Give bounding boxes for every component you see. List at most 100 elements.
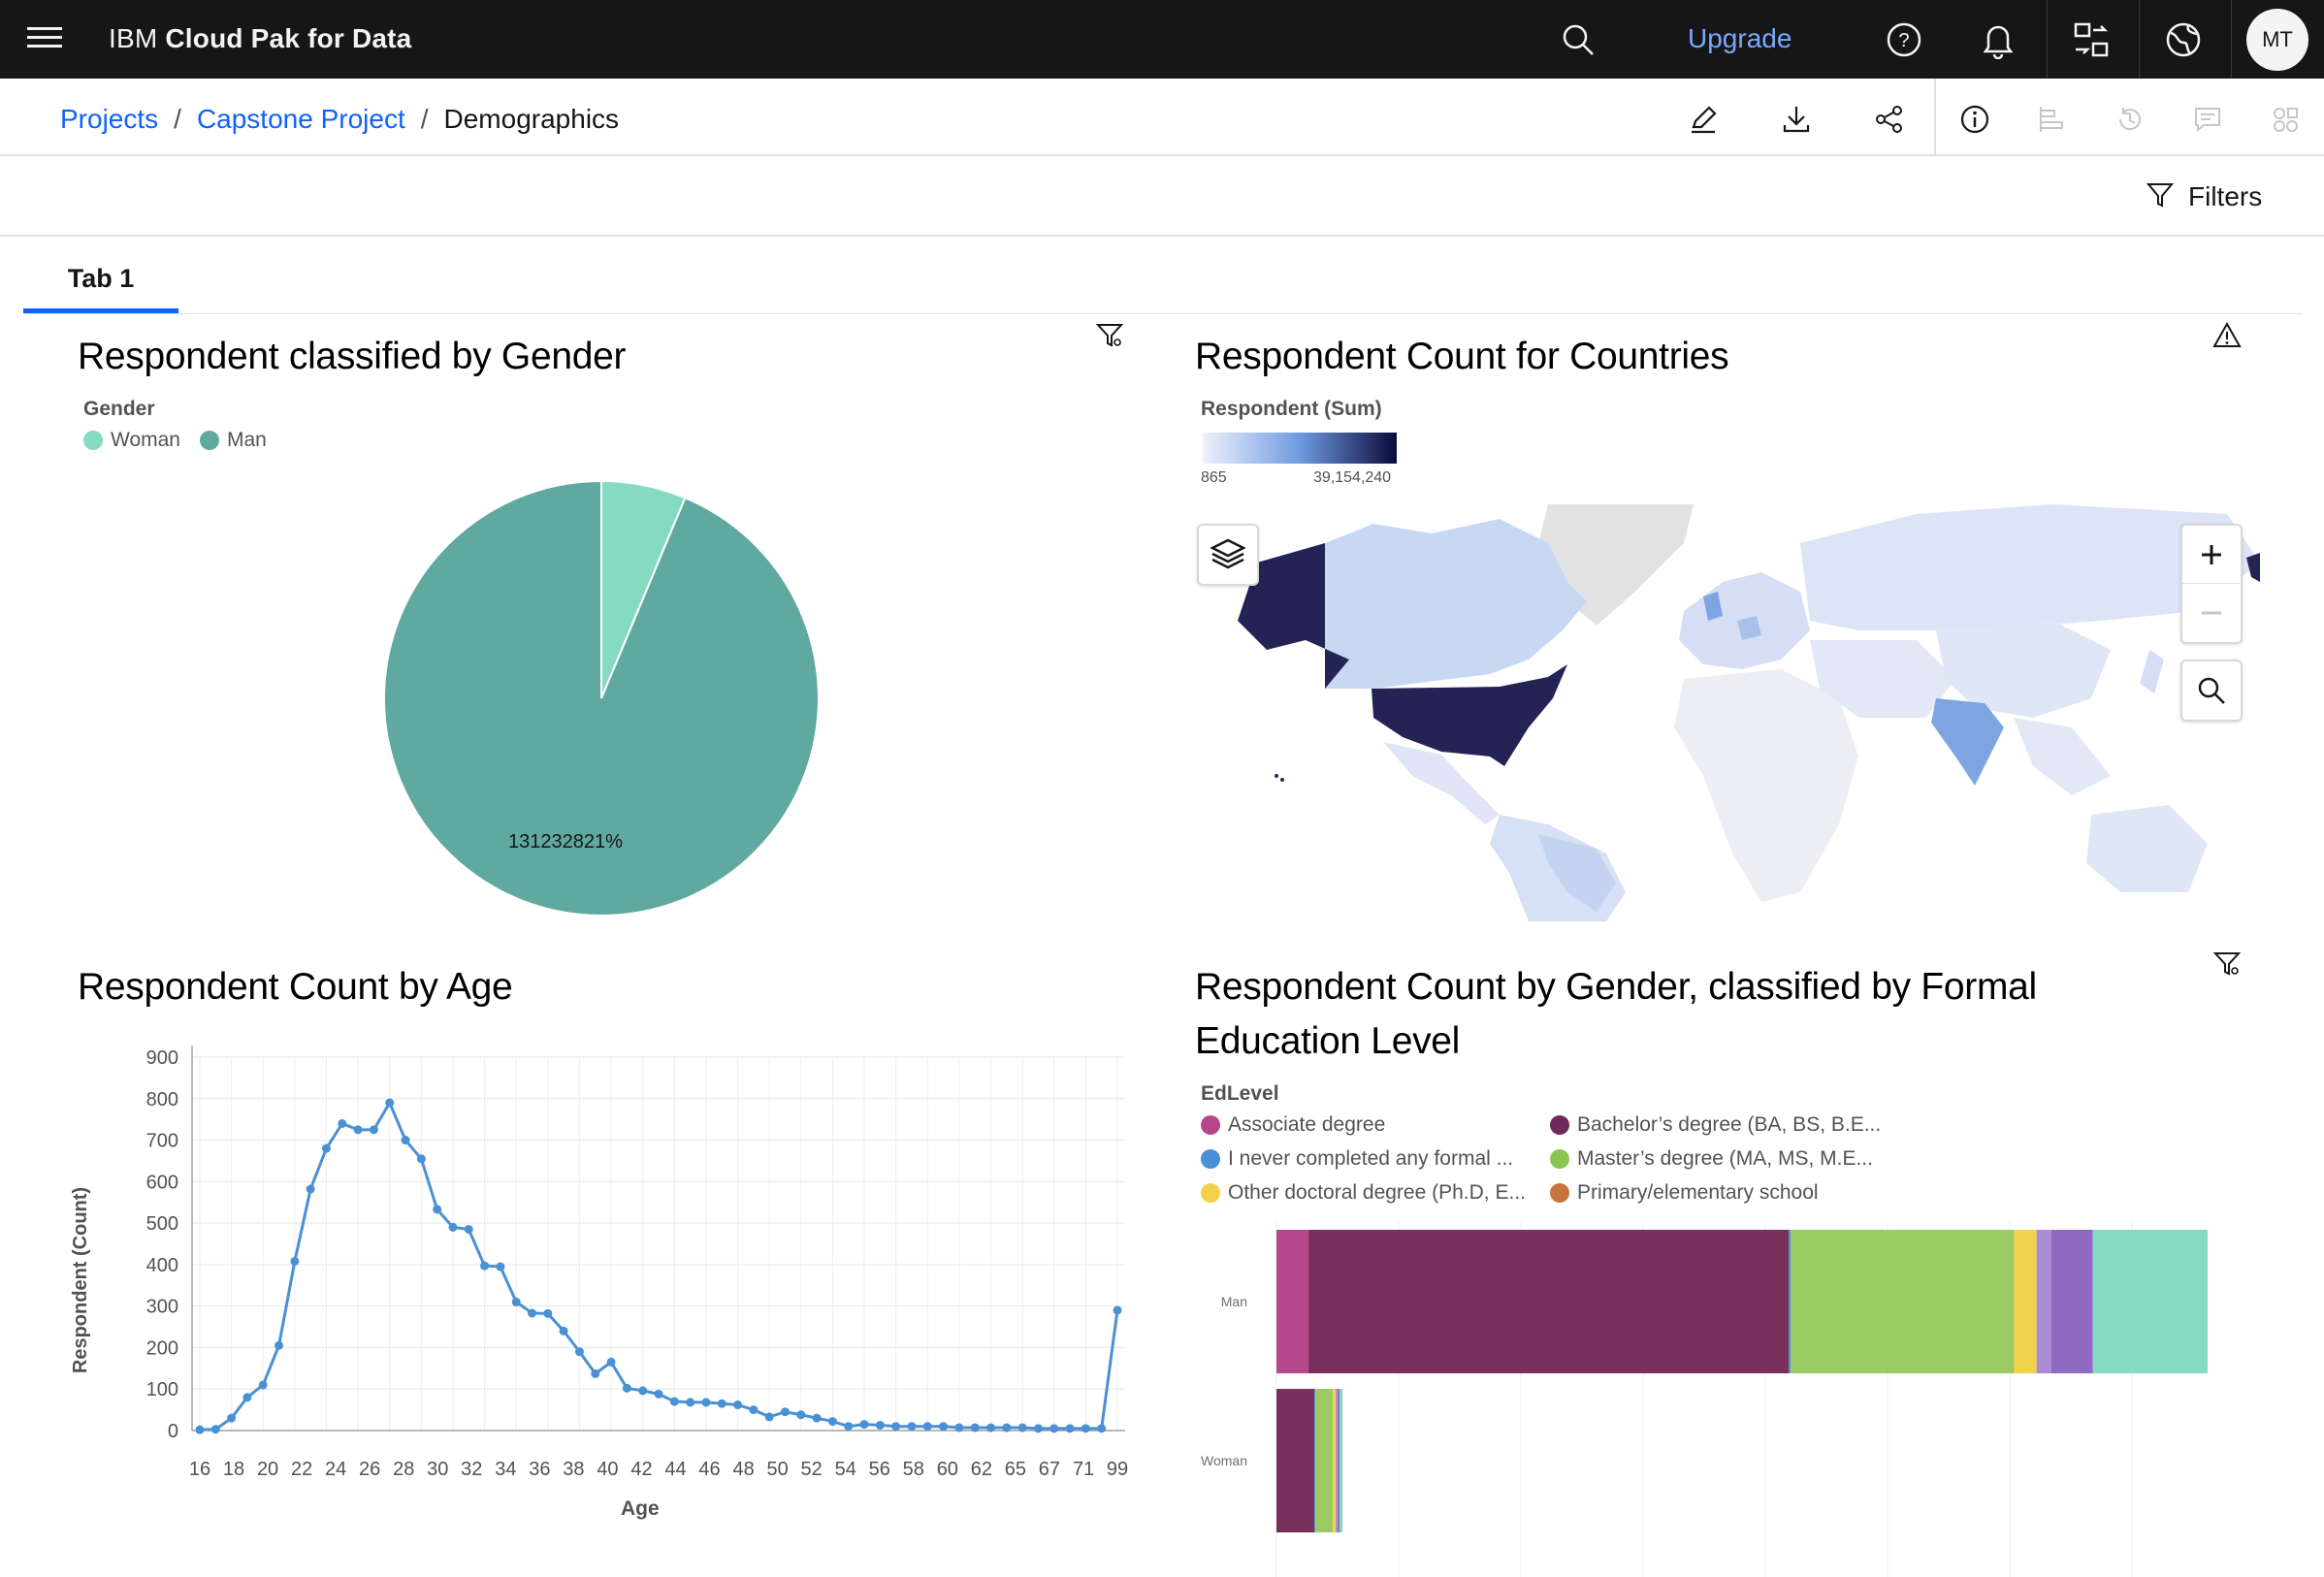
filter-icon [2146,179,2175,215]
legend-item-associate[interactable]: Associate degree [1201,1113,1385,1137]
map-search-button[interactable] [2180,660,2243,722]
data-point [796,1410,806,1420]
history-icon[interactable] [2109,98,2151,141]
switcher-icon[interactable] [2048,0,2135,79]
upgrade-link[interactable]: Upgrade [1688,17,1791,60]
x-tick-label: 48 [732,1459,754,1480]
map-region-australia [2086,805,2208,892]
zoom-out-button[interactable] [2182,584,2241,642]
search-icon[interactable] [1534,0,1622,79]
breadcrumb-capstone-project[interactable]: Capstone Project [197,104,405,134]
x-tick-label: 40 [597,1459,618,1480]
data-point [401,1136,410,1145]
layers-icon [1210,538,1246,569]
map-color-scale [1203,433,1397,464]
legend-item-man[interactable]: Man [200,429,267,452]
y-tick-label: 0 [168,1421,178,1442]
data-point [480,1261,490,1271]
x-tick-label: 58 [903,1459,924,1480]
age-chart-title: Respondent Count by Age [78,966,513,1008]
age-line-chart: 0 100 200 300 400 500 600 700 800 900 16 18 20 22 24 26… [146,1046,1128,1480]
legend-item-other-doctoral[interactable]: Other doctoral degree (Ph.D, E... [1201,1181,1526,1205]
x-tick-label: 36 [529,1459,550,1480]
data-point [338,1118,347,1128]
x-tick-label: 38 [563,1459,584,1480]
x-tick-label: 62 [971,1459,992,1480]
comment-icon[interactable] [2186,98,2229,141]
x-tick-label: 99 [1107,1459,1128,1480]
top-navigation-bar: IBM Cloud Pak for Data Upgrade ? MT [0,0,2324,79]
hamburger-menu-icon[interactable] [25,21,64,60]
search-icon [2198,677,2225,704]
globe-icon[interactable] [2140,0,2227,79]
edit-icon[interactable] [1682,98,1725,141]
data-point [448,1222,458,1232]
download-icon[interactable] [1775,98,1818,141]
x-tick-label: 65 [1005,1459,1026,1480]
product-name[interactable]: IBM Cloud Pak for Data [109,17,411,60]
filters-button[interactable]: Filters [2146,176,2262,218]
data-point [258,1380,268,1390]
world-choropleth-map[interactable] [1179,504,2260,921]
svg-text:?: ? [1898,30,1909,51]
share-icon[interactable] [1868,98,1911,141]
legend-item-primary-school[interactable]: Primary/elementary school [1550,1181,1819,1205]
user-avatar[interactable]: MT [2246,9,2308,71]
breadcrumb-projects[interactable]: Projects [60,104,158,134]
map-region-canada [1325,519,1587,689]
data-point [528,1308,537,1318]
age-chart-xlabel: Age [621,1497,660,1520]
legend-item-masters[interactable]: Master’s degree (MA, MS, M.E... [1550,1147,1873,1171]
age-series-line [199,1099,1119,1432]
y-tick-label: 200 [146,1337,178,1359]
data-point [907,1422,917,1432]
help-icon[interactable]: ? [1860,0,1948,79]
x-tick-label: 42 [630,1459,652,1480]
data-point [954,1423,964,1432]
info-icon[interactable] [1953,98,1996,141]
data-point [1113,1305,1122,1315]
legend-item-bachelors[interactable]: Bachelor’s degree (BA, BS, B.E... [1550,1113,1881,1137]
data-point [1002,1423,1012,1432]
y-tick-label: 300 [146,1297,178,1318]
warning-icon[interactable] [2211,320,2246,355]
bar-segment [1789,1230,1791,1373]
data-point [622,1383,631,1393]
legend-item-never-completed[interactable]: I never completed any formal ... [1201,1147,1513,1171]
data-point [1049,1424,1059,1433]
map-legend-title: Respondent (Sum) [1201,398,1382,420]
education-legend-title: EdLevel [1201,1082,1279,1105]
data-point [654,1389,663,1399]
data-point [290,1256,300,1266]
x-tick-label: 71 [1073,1459,1094,1480]
data-point [701,1398,711,1407]
data-point [733,1400,743,1409]
zoom-in-button[interactable] [2182,526,2241,584]
bar-segment [2036,1230,2051,1373]
y-tick-label: 700 [146,1131,178,1152]
data-point [1065,1424,1075,1433]
filter-bar: Filters [0,158,2324,237]
properties-icon[interactable] [2031,98,2074,141]
education-chart-title-line1: Respondent Count by Gender, classified b… [1195,966,2037,1008]
x-tick-label: 44 [664,1459,686,1480]
map-layers-button[interactable] [1197,524,1259,586]
x-tick-label: 46 [698,1459,720,1480]
bar-segment [1336,1389,1339,1532]
tab-1[interactable]: Tab 1 [23,254,178,314]
legend-item-woman[interactable]: Woman [83,429,180,452]
data-point [511,1297,521,1306]
map-scale-max: 39,154,240 [1313,469,1392,486]
x-tick-label: 24 [325,1459,346,1480]
bar-segment [2014,1230,2037,1373]
data-point [464,1225,473,1235]
data-point [574,1347,584,1357]
filter-funnel-icon[interactable] [1094,320,1129,355]
notification-icon[interactable] [1954,0,2042,79]
data-point [844,1422,854,1432]
category-label: Woman [1201,1453,1247,1468]
filter-funnel-icon[interactable] [2211,949,2246,983]
visualization-panel-icon[interactable] [2264,98,2307,141]
x-tick-label: 67 [1039,1459,1060,1480]
map-region-japan [2140,650,2164,693]
